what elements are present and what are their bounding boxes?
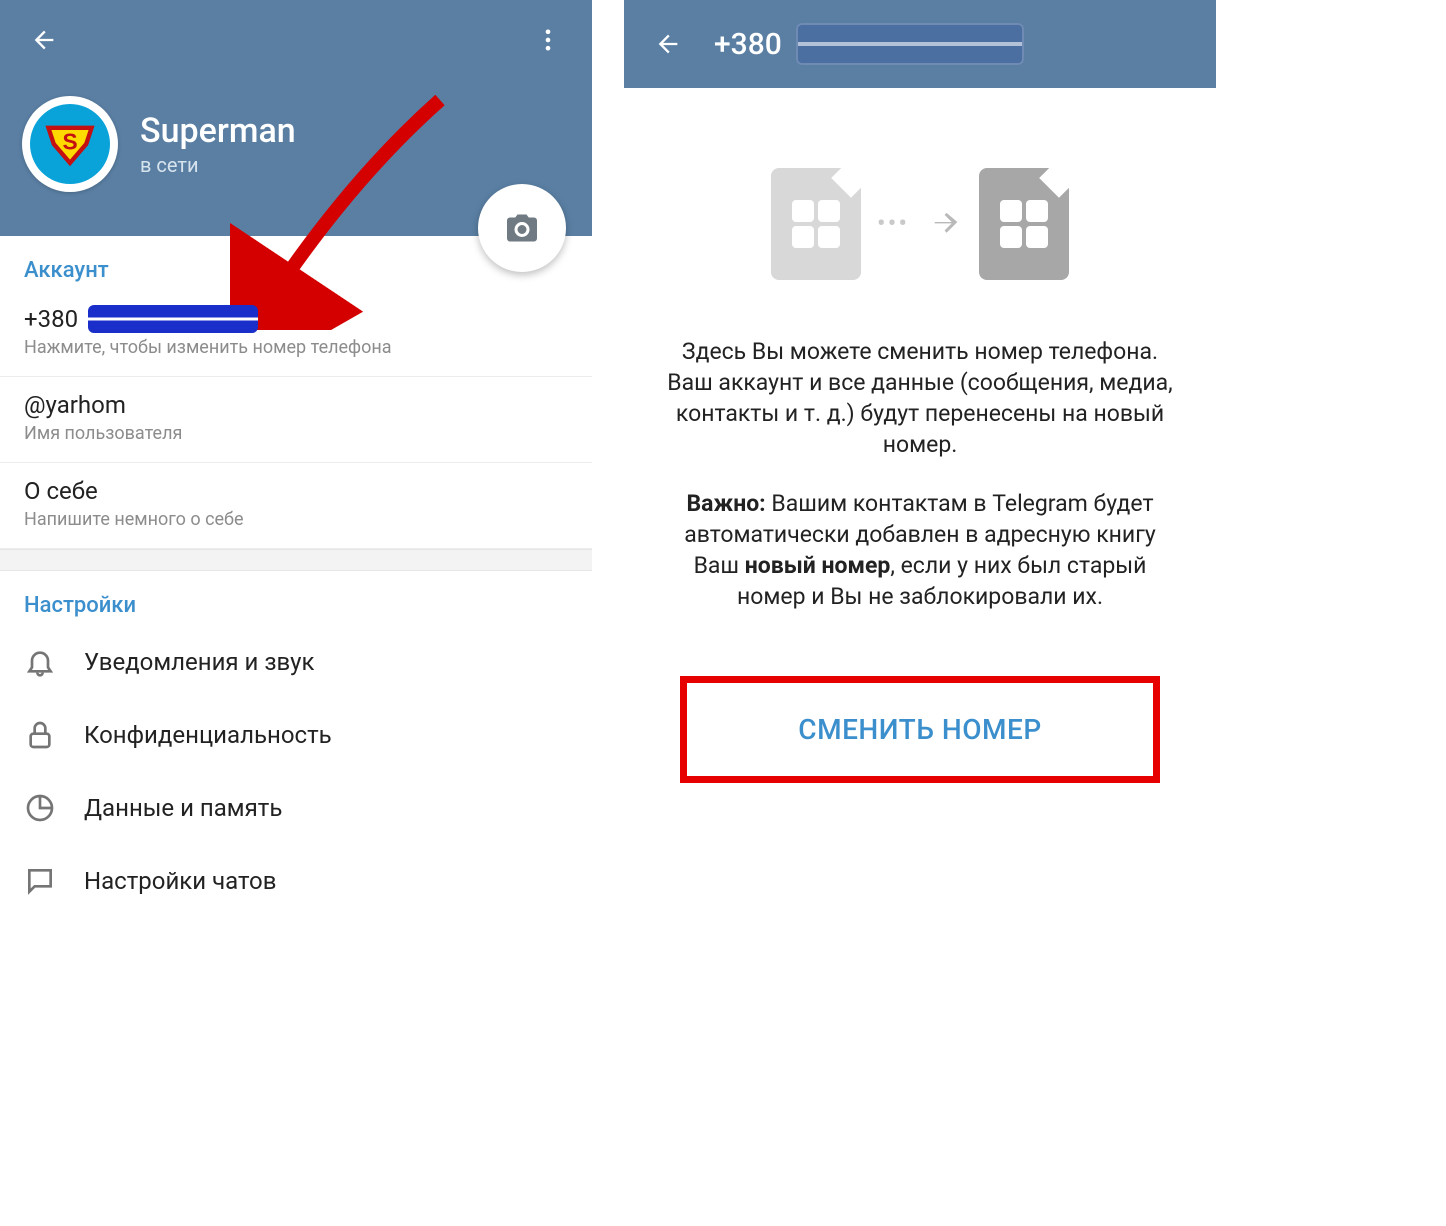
superman-logo-icon: S (43, 117, 97, 171)
arrow-right-icon (929, 205, 963, 243)
back-arrow-icon (30, 26, 58, 54)
pie-chart-icon (24, 792, 56, 824)
info-body: Здесь Вы можете сменить номер телефона. … (624, 300, 1216, 612)
phone-prefix: +380 (24, 305, 78, 333)
section-divider (0, 549, 592, 571)
settings-data[interactable]: Данные и память (0, 771, 592, 844)
more-menu-button[interactable] (526, 18, 570, 62)
bio-sub: Напишите немного о себе (24, 509, 568, 530)
change-number-pane: +380 ••• Здесь Вы можете сменить номер т… (624, 0, 1216, 1226)
info-p2-bold: новый номер (745, 552, 891, 579)
phone-sub: Нажмите, чтобы изменить номер телефона (24, 337, 568, 358)
change-number-header: +380 (624, 0, 1216, 88)
profile-name: Superman (140, 111, 296, 152)
more-vertical-icon (534, 26, 562, 54)
settings-item-label: Конфиденциальность (84, 721, 332, 749)
phone-number-item[interactable]: +380 Нажмите, чтобы изменить номер телеф… (0, 291, 592, 377)
chat-icon (24, 865, 56, 897)
header-phone: +380 (714, 23, 1024, 65)
settings-section-title: Настройки (0, 571, 592, 626)
camera-icon (504, 210, 540, 246)
bell-icon (24, 646, 56, 678)
arrow-dots-icon: ••• (877, 209, 909, 239)
settings-privacy[interactable]: Конфиденциальность (0, 698, 592, 771)
change-number-button[interactable]: СМЕНИТЬ НОМЕР (680, 676, 1160, 783)
header-phone-redacted (796, 23, 1024, 65)
settings-chats[interactable]: Настройки чатов (0, 844, 592, 917)
sim-old-icon (771, 168, 861, 280)
username-item[interactable]: @yarhom Имя пользователя (0, 377, 592, 463)
sim-swap-illustration: ••• (624, 168, 1216, 280)
info-p2: Важно: Вашим контактам в Telegram будет … (666, 488, 1174, 612)
avatar-image: S (30, 104, 110, 184)
profile-header: S Superman в сети (0, 0, 592, 236)
settings-item-label: Настройки чатов (84, 867, 276, 895)
info-p1: Здесь Вы можете сменить номер телефона. … (666, 336, 1174, 460)
username-sub: Имя пользователя (24, 423, 568, 444)
settings-notifications[interactable]: Уведомления и звук (0, 626, 592, 698)
sim-new-icon (979, 168, 1069, 280)
pane-separator (602, 0, 614, 1226)
settings-pane: S Superman в сети Аккаунт +380 Наж (0, 0, 592, 1226)
back-button[interactable] (646, 22, 690, 66)
settings-item-label: Уведомления и звук (84, 648, 314, 676)
phone-redacted (88, 305, 258, 333)
avatar[interactable]: S (22, 96, 118, 192)
bio-label: О себе (24, 477, 568, 505)
important-label: Важно: (686, 490, 765, 517)
back-button[interactable] (22, 18, 66, 62)
profile-status: в сети (140, 153, 296, 177)
bio-item[interactable]: О себе Напишите немного о себе (0, 463, 592, 549)
svg-text:S: S (62, 128, 77, 154)
back-arrow-icon (654, 30, 682, 58)
header-phone-prefix: +380 (714, 27, 782, 62)
username-value: @yarhom (24, 391, 568, 419)
lock-icon (24, 719, 56, 751)
settings-item-label: Данные и память (84, 794, 282, 822)
change-photo-button[interactable] (478, 184, 566, 272)
